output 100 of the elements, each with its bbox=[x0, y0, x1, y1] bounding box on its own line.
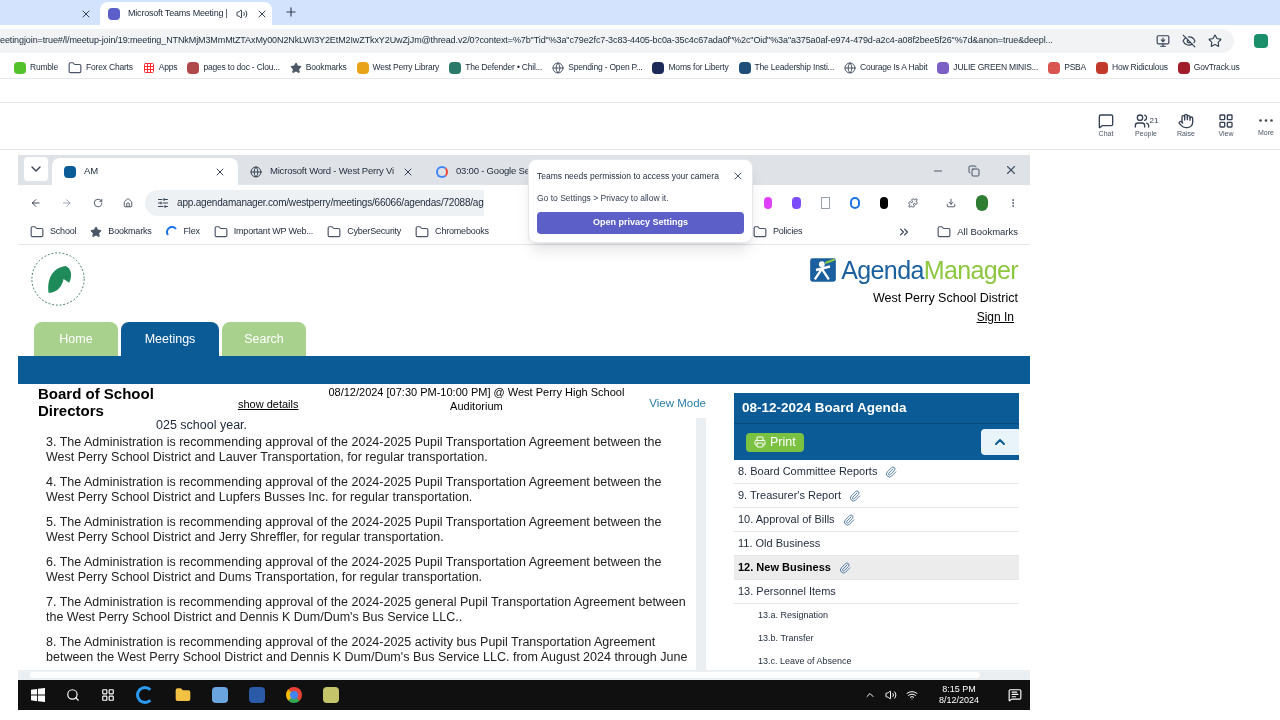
tab-title: Microsoft Teams Meeting | bbox=[128, 6, 228, 20]
browser-tab[interactable]: Microsoft Teams Meeting | bbox=[100, 2, 272, 25]
sign-in-link[interactable]: Sign In bbox=[976, 307, 1018, 326]
grid-icon bbox=[1218, 112, 1234, 129]
apps-icon bbox=[142, 61, 155, 74]
teams-icon bbox=[108, 7, 120, 20]
star-icon bbox=[90, 226, 103, 238]
nav-tab[interactable]: Meetings bbox=[121, 322, 219, 356]
agenda-paragraph: 3. The Administration is recommending approval of the 2024-2025 Pupil Transportation Agreement between the West Perry School District and Lauver Transportation, for regular transportation. bbox=[46, 435, 663, 465]
close-icon[interactable] bbox=[1004, 163, 1018, 177]
folder-icon[interactable] bbox=[175, 687, 191, 703]
browser-tab[interactable]: AM bbox=[52, 158, 238, 185]
globe-icon bbox=[552, 61, 565, 74]
bookmark[interactable]: School bbox=[30, 225, 77, 239]
bookmark[interactable]: Courage Is A Habit bbox=[844, 61, 928, 74]
folder-icon bbox=[213, 225, 228, 239]
agenda-item[interactable]: 10. Approval of Bills bbox=[734, 508, 1019, 532]
eye-off-icon[interactable] bbox=[1182, 34, 1196, 48]
bookmark[interactable]: Forex Charts bbox=[68, 60, 133, 75]
school-logo bbox=[30, 251, 86, 307]
agenda-paragraph: 7. The Administration is recommending approval of the 2024-2025 general Pupil Transportation Agreement between the West Perry School District and Dennis K Dum/Dum's Bus Service LLC.. bbox=[46, 595, 687, 625]
agenda-paragraph: 8. The Administration is recommending approval of the 2024-2025 activity bus Pupil Transportation Agreement between the West Perry School District and Dennis K Dum/Dum's Bus Service LLC. from August 2024 through June bbox=[46, 635, 688, 665]
agenda-item[interactable]: 9. Treasurer's Report bbox=[734, 484, 1019, 508]
open-settings-button[interactable]: Open privacy Settings bbox=[537, 211, 744, 234]
meeting-datetime: 08/12/2024 [07:30 PM-10:00 PM] @ West Perry High School Auditorium bbox=[327, 385, 626, 413]
profile-avatar[interactable] bbox=[976, 194, 988, 211]
chrome-icon[interactable] bbox=[286, 687, 302, 703]
bookmark[interactable]: Rumble bbox=[14, 61, 59, 74]
bookmark[interactable]: The Leadership Insti... bbox=[738, 61, 835, 74]
browser-tab[interactable]: Microsoft Word - West Perry Vi bbox=[238, 158, 424, 185]
view-mode-link[interactable]: View Mode bbox=[649, 395, 706, 413]
folder-icon bbox=[752, 225, 767, 239]
bookmark[interactable]: PSBA bbox=[1048, 61, 1087, 74]
bookmark[interactable]: Policies bbox=[752, 225, 803, 239]
folder-icon bbox=[68, 60, 83, 75]
windows-logo-icon[interactable] bbox=[31, 688, 45, 702]
bookmark[interactable]: pages to doc - Clou... bbox=[187, 61, 280, 74]
bookmark[interactable]: Bookmarks bbox=[90, 225, 152, 239]
brand-name: AgendaManager bbox=[841, 255, 1018, 285]
bookmark[interactable]: GovTrack.us bbox=[1177, 61, 1240, 74]
show-details-link[interactable]: show details bbox=[237, 396, 299, 413]
popup-title: Teams needs permission to access your camera bbox=[537, 170, 719, 183]
search-icon[interactable] bbox=[66, 688, 80, 702]
globe-icon bbox=[844, 61, 857, 74]
star-icon bbox=[289, 61, 302, 74]
extension-icon[interactable] bbox=[879, 196, 889, 209]
chat-icon bbox=[1098, 112, 1114, 129]
close-icon[interactable] bbox=[732, 170, 744, 182]
app-icon[interactable] bbox=[212, 687, 228, 703]
new-tab-icon[interactable] bbox=[284, 5, 298, 19]
address-bar[interactable]: app.agendamanager.com/westperry/meetings/66066/agendas/72088/ag bbox=[145, 189, 484, 216]
agenda-item[interactable]: 13. Personnel Items bbox=[734, 580, 1019, 604]
bookmark[interactable]: Bookmarks bbox=[289, 61, 347, 74]
district-name: West Perry School District bbox=[873, 290, 1018, 307]
brand-logo-icon bbox=[809, 256, 838, 284]
agenda-subitem[interactable]: 13.c. Leave of Absence bbox=[734, 650, 1019, 670]
participant-count: 21 bbox=[1149, 114, 1159, 127]
clock: 8:15 PM 8/12/2024 bbox=[938, 684, 979, 706]
bookmark[interactable]: How Ridiculous bbox=[1096, 61, 1168, 74]
bookmark[interactable]: Apps bbox=[142, 61, 178, 74]
address-bar[interactable]: eetingjoin=true#/l/meetup-join/19:meeting_NTNkMjM3MmMtZTAxMy00N2NkLWI3Y2EtM2IwZTkxY2UwZjJm@thread.v2/0?context=%7b"Tid"%3a"c79e2fc7-3c83-4405-bc0a-35c4c67ada0f"%2c"Oid"%3a"a375a0af-e974-479d-a2c4-a08f2bee5f26"%7d&anon=true&deepl... bbox=[0, 29, 1234, 53]
collapse-button[interactable] bbox=[981, 429, 1019, 455]
arc-icon bbox=[165, 226, 178, 238]
bookmark[interactable]: Chromebooks bbox=[415, 225, 489, 239]
agenda-subitem[interactable]: 13.a. Resignation bbox=[734, 604, 1019, 627]
bookmark[interactable]: Important WP Web... bbox=[213, 225, 314, 239]
task-view-icon[interactable] bbox=[101, 688, 115, 702]
hand-icon bbox=[1178, 112, 1194, 129]
agenda-subitem[interactable]: 13.b. Transfer bbox=[734, 627, 1019, 650]
globe-icon bbox=[250, 165, 262, 178]
bookmark[interactable]: Spending - Open P... bbox=[552, 61, 643, 74]
restore-icon[interactable] bbox=[968, 165, 980, 177]
agenda-text: 025 school year. bbox=[155, 418, 249, 433]
folder-icon bbox=[937, 225, 952, 239]
google-icon bbox=[436, 165, 448, 178]
extensions-icon[interactable] bbox=[908, 195, 919, 210]
folder-icon bbox=[415, 225, 430, 239]
install-icon[interactable] bbox=[1156, 34, 1170, 48]
more-icon bbox=[1259, 119, 1273, 123]
app-icon[interactable] bbox=[323, 687, 339, 703]
bookmark[interactable]: CyberSecurity bbox=[327, 225, 402, 239]
folder-icon bbox=[327, 225, 342, 239]
notifications-icon[interactable] bbox=[1008, 688, 1022, 702]
agenda-paragraph: 4. The Administration is recommending approval of the 2024-2025 Pupil Transportation Agreement between the West Perry School District and Lupfers Busses Inc. for regular transportation. bbox=[46, 475, 663, 505]
agenda-header: 08-12-2024 Board Agenda bbox=[734, 393, 1019, 423]
volume-icon[interactable] bbox=[884, 689, 897, 701]
agenda-item[interactable]: 12. New Business bbox=[734, 556, 1019, 580]
agenda-item[interactable]: 8. Board Committee Reports bbox=[734, 460, 1019, 484]
site-info-icon[interactable] bbox=[157, 196, 170, 209]
star-icon[interactable] bbox=[1208, 34, 1222, 48]
network-icon[interactable] bbox=[905, 689, 918, 701]
agenda-paragraph: 6. The Administration is recommending approval of the 2024-2025 Pupil Transportation Agreement between the West Perry School District and Dums Transportation, for regular transportation. bbox=[46, 555, 663, 585]
bookmark[interactable]: Moms for Liberty bbox=[652, 61, 729, 74]
bookmark[interactable]: West Perry Library bbox=[356, 61, 440, 74]
agenda-paragraph: 5. The Administration is recommending approval of the 2024-2025 Pupil Transportation Agreement between the West Perry School District and Jerry Shreffler, for regular transportation. bbox=[46, 515, 663, 545]
home-icon[interactable] bbox=[123, 195, 134, 210]
bookmark[interactable]: JULIE GREEN MINIS... bbox=[937, 61, 1039, 74]
bookmark[interactable]: Flex bbox=[165, 225, 200, 239]
bookmark[interactable]: The Defender • Chil... bbox=[449, 61, 543, 74]
bookmark[interactable]: All Bookmarks bbox=[937, 224, 1018, 240]
